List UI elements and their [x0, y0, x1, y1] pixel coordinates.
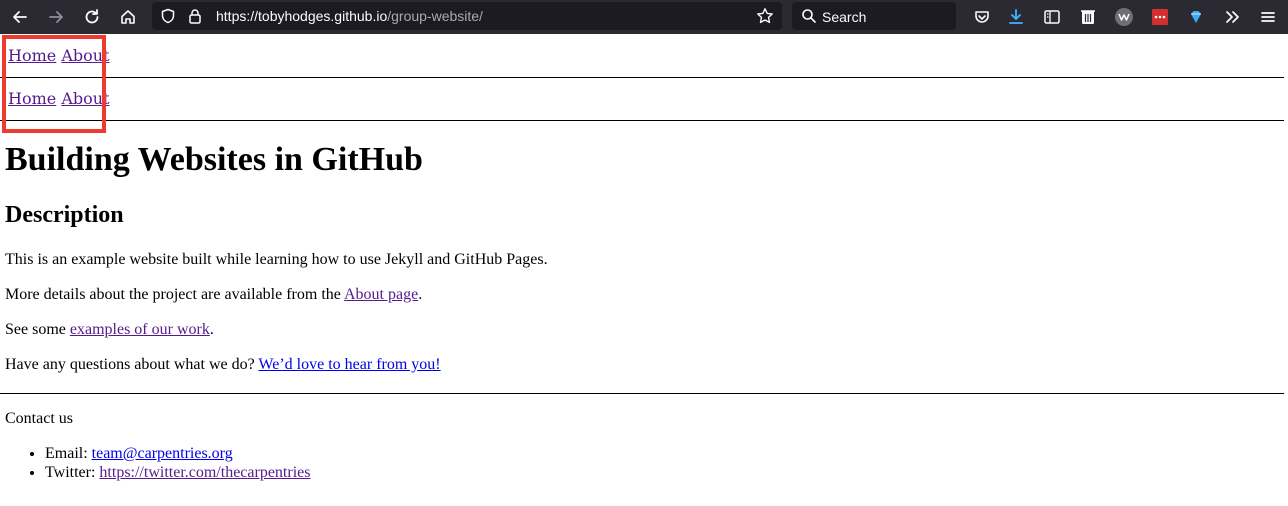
- bookmark-star-icon[interactable]: [756, 7, 774, 25]
- footer-heading: Contact us: [5, 410, 73, 427]
- twitter-label: Twitter:: [45, 464, 100, 481]
- back-icon[interactable]: [8, 5, 32, 29]
- lock-icon[interactable]: [188, 8, 202, 24]
- twitter-link[interactable]: https://twitter.com/thecarpentries: [99, 464, 310, 481]
- email-link[interactable]: team@carpentries.org: [92, 445, 233, 462]
- url-text[interactable]: https://tobyhodges.github.io/group-websi…: [216, 8, 483, 24]
- download-icon[interactable]: [1004, 5, 1028, 29]
- paragraph-text: Have any questions about what we do?: [5, 356, 259, 373]
- about-page-link[interactable]: About page: [344, 286, 418, 303]
- paragraph-text: .: [418, 286, 423, 303]
- paragraph-text: .: [209, 321, 214, 338]
- menu-icon[interactable]: [1256, 5, 1280, 29]
- pocket-icon[interactable]: [970, 5, 994, 29]
- search-icon: [801, 8, 817, 24]
- section-heading: Description: [5, 202, 124, 228]
- divider-2: [0, 120, 1284, 121]
- overflow-chevrons-icon[interactable]: [1220, 5, 1244, 29]
- shield-icon[interactable]: [160, 8, 176, 24]
- paragraph-details: More details about the project are avail…: [5, 286, 422, 304]
- contact-link[interactable]: We’d love to hear from you!: [258, 356, 440, 373]
- list-item: Email: team@carpentries.org: [45, 444, 310, 463]
- url-path: /group-website/: [387, 8, 483, 24]
- browser-toolbar: https://tobyhodges.github.io/group-websi…: [0, 0, 1288, 34]
- reload-icon[interactable]: [80, 5, 104, 29]
- search-box[interactable]: Search: [792, 2, 956, 30]
- forward-icon[interactable]: [44, 5, 68, 29]
- email-label: Email:: [45, 445, 92, 462]
- paragraph-text: See some: [5, 321, 70, 338]
- wappalyzer-extension-icon[interactable]: [1112, 5, 1136, 29]
- url-bar[interactable]: https://tobyhodges.github.io/group-websi…: [152, 2, 782, 30]
- paragraph-intro: This is an example website built while l…: [5, 251, 548, 268]
- list-item: Twitter: https://twitter.com/thecarpentr…: [45, 463, 310, 482]
- home-icon[interactable]: [116, 5, 140, 29]
- divider-3: [0, 393, 1284, 394]
- paragraph-questions: Have any questions about what we do? We’…: [5, 356, 441, 374]
- divider-1: [0, 77, 1284, 78]
- dots-extension-icon[interactable]: [1148, 5, 1172, 29]
- search-placeholder: Search: [822, 9, 867, 25]
- paragraph-text: More details about the project are avail…: [5, 286, 344, 303]
- contact-list: Email: team@carpentries.org Twitter: htt…: [5, 444, 310, 482]
- url-host: https://tobyhodges.github.io: [216, 8, 388, 24]
- reader-view-icon[interactable]: [1040, 5, 1064, 29]
- trash-extension-icon[interactable]: [1076, 5, 1100, 29]
- paragraph-examples: See some examples of our work.: [5, 321, 214, 339]
- page-title: Building Websites in GitHub: [5, 141, 423, 178]
- examples-link[interactable]: examples of our work: [70, 321, 210, 338]
- gem-extension-icon[interactable]: [1184, 5, 1208, 29]
- highlight-box: [2, 35, 106, 133]
